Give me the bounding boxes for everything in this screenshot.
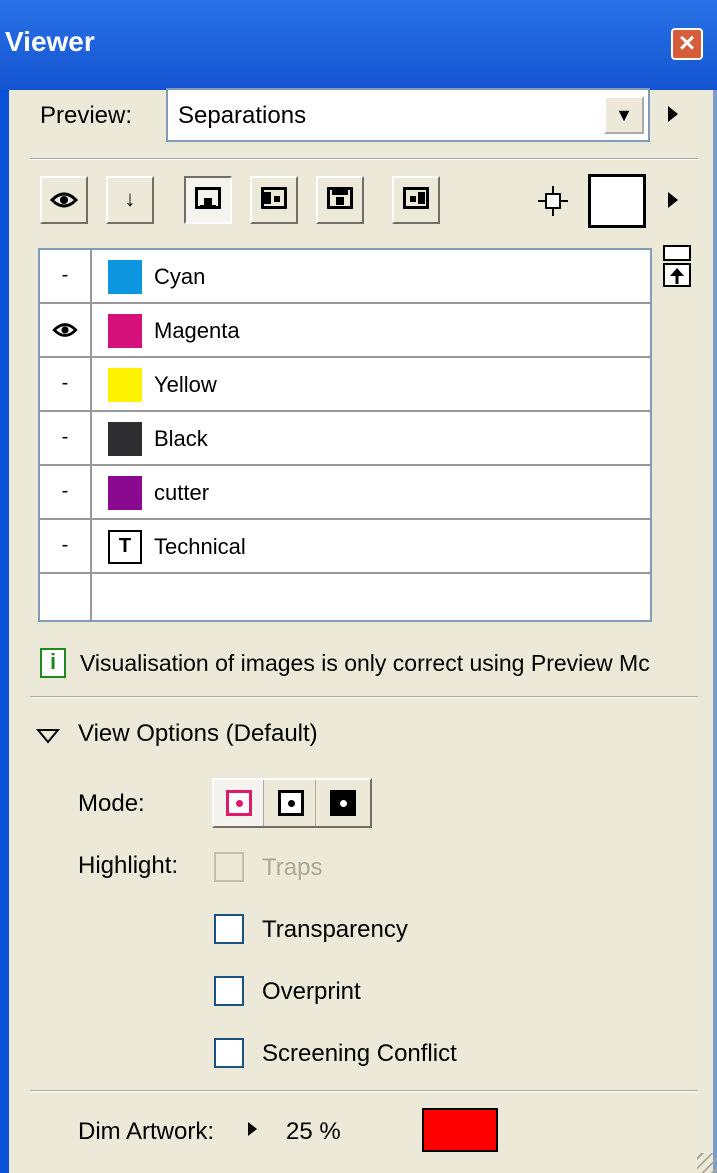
dim-artwork-label: Dim Artwork: xyxy=(78,1118,215,1145)
eye-icon xyxy=(52,322,78,337)
preview-select[interactable]: Separations ▼ xyxy=(166,88,650,142)
chevron-down-icon[interactable]: ▼ xyxy=(604,96,644,134)
mode-label: Mode: xyxy=(78,790,145,817)
collapse-triangle-icon[interactable] xyxy=(36,728,60,744)
divider xyxy=(30,1090,698,1092)
down-arrow-icon: ↓ xyxy=(124,186,136,211)
preview-menu-arrow-icon[interactable] xyxy=(668,106,678,122)
mode-1-icon xyxy=(226,790,252,816)
color-swatch xyxy=(108,368,142,402)
title-bar[interactable]: Viewer × xyxy=(0,0,717,90)
close-icon[interactable]: × xyxy=(671,28,703,60)
color-swatch xyxy=(108,422,142,456)
dim-color-swatch[interactable] xyxy=(422,1108,498,1152)
visibility-toggle[interactable]: - xyxy=(40,412,92,464)
traps-checkbox[interactable] xyxy=(214,852,244,882)
color-swatch xyxy=(108,476,142,510)
crosshair-icon[interactable] xyxy=(538,186,568,216)
transparency-checkbox[interactable] xyxy=(214,914,244,944)
color-swatch xyxy=(108,314,142,348)
table-row[interactable]: Magenta xyxy=(40,304,650,358)
separation-name: Technical xyxy=(154,534,246,559)
visibility-toggle[interactable]: - xyxy=(40,520,92,572)
table-row[interactable]: - cutter xyxy=(40,466,650,520)
view-left-icon xyxy=(403,187,429,210)
separation-name: cutter xyxy=(154,480,210,505)
divider xyxy=(30,696,698,698)
mode-button-3[interactable] xyxy=(318,780,368,826)
screening-conflict-checkbox[interactable] xyxy=(214,1038,244,1068)
view-options-header[interactable]: View Options (Default) xyxy=(78,720,318,748)
table-row[interactable]: - Yellow xyxy=(40,358,650,412)
dim-slider-arrow-icon[interactable] xyxy=(248,1122,257,1136)
view-left-button[interactable] xyxy=(392,176,440,224)
window-title: Viewer xyxy=(5,26,95,57)
visibility-toggle[interactable]: - xyxy=(40,466,92,518)
eye-toggle-button[interactable] xyxy=(40,176,88,224)
mode-3-icon xyxy=(330,790,356,816)
mode-selector xyxy=(212,778,372,828)
preview-label: Preview: xyxy=(40,102,133,129)
separations-table: - Cyan Magenta - Yellow - Black - cutter… xyxy=(38,248,652,622)
table-row[interactable]: - Cyan xyxy=(40,250,650,304)
info-icon: i xyxy=(40,648,66,678)
view-top-button[interactable] xyxy=(316,176,364,224)
view-right-icon xyxy=(261,187,287,210)
visibility-toggle[interactable] xyxy=(40,304,92,356)
view-front-button[interactable] xyxy=(184,176,232,224)
toolbar-menu-arrow-icon[interactable] xyxy=(668,192,678,208)
separation-name: Yellow xyxy=(154,372,217,397)
highlight-label: Highlight: xyxy=(78,852,179,879)
divider xyxy=(30,158,698,160)
mode-button-1[interactable] xyxy=(214,780,264,826)
visibility-toggle[interactable]: - xyxy=(40,358,92,410)
export-icon[interactable] xyxy=(662,244,692,288)
resize-grip-icon[interactable] xyxy=(697,1153,717,1173)
view-front-icon xyxy=(195,187,221,210)
view-top-icon xyxy=(327,187,353,210)
separation-name: Black xyxy=(154,426,208,451)
visibility-toggle[interactable]: - xyxy=(40,250,92,302)
preview-select-value: Separations xyxy=(178,102,307,129)
info-message: Visualisation of images is only correct … xyxy=(80,650,650,676)
screening-conflict-label: Screening Conflict xyxy=(262,1040,457,1067)
separation-name: Cyan xyxy=(154,264,206,289)
dim-value[interactable]: 25 % xyxy=(286,1118,341,1146)
overprint-label: Overprint xyxy=(262,978,361,1005)
move-down-button[interactable]: ↓ xyxy=(106,176,154,224)
eye-icon xyxy=(49,192,79,208)
traps-label: Traps xyxy=(262,854,323,881)
background-color-swatch[interactable] xyxy=(588,174,646,228)
overprint-checkbox[interactable] xyxy=(214,976,244,1006)
view-right-button[interactable] xyxy=(250,176,298,224)
color-swatch xyxy=(108,260,142,294)
empty-cell xyxy=(40,568,92,620)
mode-button-2[interactable] xyxy=(266,780,316,826)
technical-icon: T xyxy=(108,530,142,564)
transparency-label: Transparency xyxy=(262,916,408,943)
separation-name: Magenta xyxy=(154,318,240,343)
table-row[interactable]: - Black xyxy=(40,412,650,466)
mode-2-icon xyxy=(278,790,304,816)
table-row[interactable]: - T Technical xyxy=(40,520,650,574)
